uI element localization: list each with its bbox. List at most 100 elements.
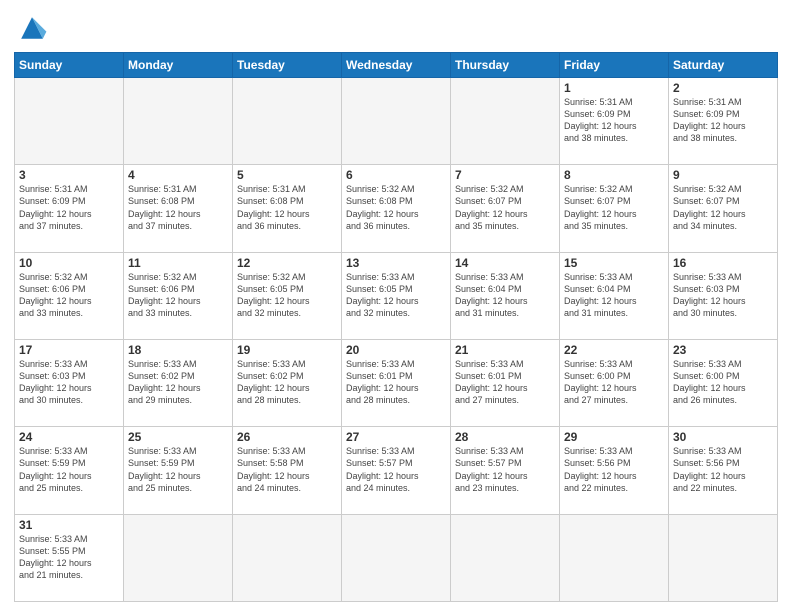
day-number: 3	[19, 168, 119, 182]
calendar-cell: 27Sunrise: 5:33 AM Sunset: 5:57 PM Dayli…	[342, 427, 451, 514]
day-info: Sunrise: 5:33 AM Sunset: 6:05 PM Dayligh…	[346, 271, 446, 320]
calendar-cell: 26Sunrise: 5:33 AM Sunset: 5:58 PM Dayli…	[233, 427, 342, 514]
calendar-cell: 24Sunrise: 5:33 AM Sunset: 5:59 PM Dayli…	[15, 427, 124, 514]
weekday-header-wednesday: Wednesday	[342, 53, 451, 78]
day-info: Sunrise: 5:33 AM Sunset: 6:00 PM Dayligh…	[673, 358, 773, 407]
calendar-week-5: 31Sunrise: 5:33 AM Sunset: 5:55 PM Dayli…	[15, 514, 778, 601]
calendar-cell: 11Sunrise: 5:32 AM Sunset: 6:06 PM Dayli…	[124, 252, 233, 339]
calendar-week-4: 24Sunrise: 5:33 AM Sunset: 5:59 PM Dayli…	[15, 427, 778, 514]
calendar-cell: 12Sunrise: 5:32 AM Sunset: 6:05 PM Dayli…	[233, 252, 342, 339]
calendar-cell: 22Sunrise: 5:33 AM Sunset: 6:00 PM Dayli…	[560, 339, 669, 426]
calendar-cell: 3Sunrise: 5:31 AM Sunset: 6:09 PM Daylig…	[15, 165, 124, 252]
calendar-cell: 8Sunrise: 5:32 AM Sunset: 6:07 PM Daylig…	[560, 165, 669, 252]
calendar-cell: 31Sunrise: 5:33 AM Sunset: 5:55 PM Dayli…	[15, 514, 124, 601]
day-info: Sunrise: 5:33 AM Sunset: 6:01 PM Dayligh…	[346, 358, 446, 407]
day-number: 18	[128, 343, 228, 357]
calendar-week-1: 3Sunrise: 5:31 AM Sunset: 6:09 PM Daylig…	[15, 165, 778, 252]
day-number: 10	[19, 256, 119, 270]
calendar-cell	[669, 514, 778, 601]
day-info: Sunrise: 5:32 AM Sunset: 6:06 PM Dayligh…	[19, 271, 119, 320]
calendar-week-3: 17Sunrise: 5:33 AM Sunset: 6:03 PM Dayli…	[15, 339, 778, 426]
page: SundayMondayTuesdayWednesdayThursdayFrid…	[0, 0, 792, 612]
calendar-cell: 29Sunrise: 5:33 AM Sunset: 5:56 PM Dayli…	[560, 427, 669, 514]
calendar-cell	[560, 514, 669, 601]
calendar-cell: 1Sunrise: 5:31 AM Sunset: 6:09 PM Daylig…	[560, 78, 669, 165]
day-info: Sunrise: 5:33 AM Sunset: 5:57 PM Dayligh…	[455, 445, 555, 494]
day-number: 24	[19, 430, 119, 444]
day-number: 15	[564, 256, 664, 270]
calendar-cell	[233, 514, 342, 601]
calendar-cell	[124, 514, 233, 601]
weekday-header-thursday: Thursday	[451, 53, 560, 78]
day-info: Sunrise: 5:32 AM Sunset: 6:06 PM Dayligh…	[128, 271, 228, 320]
weekday-header-row: SundayMondayTuesdayWednesdayThursdayFrid…	[15, 53, 778, 78]
day-info: Sunrise: 5:33 AM Sunset: 5:56 PM Dayligh…	[673, 445, 773, 494]
day-number: 16	[673, 256, 773, 270]
day-number: 29	[564, 430, 664, 444]
day-info: Sunrise: 5:32 AM Sunset: 6:07 PM Dayligh…	[455, 183, 555, 232]
day-info: Sunrise: 5:33 AM Sunset: 5:59 PM Dayligh…	[128, 445, 228, 494]
day-info: Sunrise: 5:33 AM Sunset: 6:02 PM Dayligh…	[237, 358, 337, 407]
weekday-header-tuesday: Tuesday	[233, 53, 342, 78]
calendar-cell: 18Sunrise: 5:33 AM Sunset: 6:02 PM Dayli…	[124, 339, 233, 426]
day-number: 17	[19, 343, 119, 357]
day-number: 25	[128, 430, 228, 444]
calendar-cell: 16Sunrise: 5:33 AM Sunset: 6:03 PM Dayli…	[669, 252, 778, 339]
weekday-header-monday: Monday	[124, 53, 233, 78]
calendar-cell	[451, 514, 560, 601]
calendar-cell: 10Sunrise: 5:32 AM Sunset: 6:06 PM Dayli…	[15, 252, 124, 339]
day-info: Sunrise: 5:32 AM Sunset: 6:07 PM Dayligh…	[673, 183, 773, 232]
day-number: 23	[673, 343, 773, 357]
header	[14, 10, 778, 46]
day-number: 8	[564, 168, 664, 182]
day-info: Sunrise: 5:33 AM Sunset: 6:03 PM Dayligh…	[19, 358, 119, 407]
day-info: Sunrise: 5:32 AM Sunset: 6:07 PM Dayligh…	[564, 183, 664, 232]
day-number: 12	[237, 256, 337, 270]
calendar-cell: 5Sunrise: 5:31 AM Sunset: 6:08 PM Daylig…	[233, 165, 342, 252]
calendar-cell: 15Sunrise: 5:33 AM Sunset: 6:04 PM Dayli…	[560, 252, 669, 339]
day-info: Sunrise: 5:31 AM Sunset: 6:09 PM Dayligh…	[673, 96, 773, 145]
day-number: 6	[346, 168, 446, 182]
calendar-week-0: 1Sunrise: 5:31 AM Sunset: 6:09 PM Daylig…	[15, 78, 778, 165]
day-number: 20	[346, 343, 446, 357]
generalblue-logo-icon	[14, 10, 50, 46]
day-number: 31	[19, 518, 119, 532]
calendar-table: SundayMondayTuesdayWednesdayThursdayFrid…	[14, 52, 778, 602]
calendar-cell	[15, 78, 124, 165]
day-number: 2	[673, 81, 773, 95]
day-info: Sunrise: 5:31 AM Sunset: 6:08 PM Dayligh…	[237, 183, 337, 232]
day-info: Sunrise: 5:33 AM Sunset: 6:04 PM Dayligh…	[564, 271, 664, 320]
day-info: Sunrise: 5:31 AM Sunset: 6:09 PM Dayligh…	[19, 183, 119, 232]
day-info: Sunrise: 5:33 AM Sunset: 5:56 PM Dayligh…	[564, 445, 664, 494]
day-number: 7	[455, 168, 555, 182]
weekday-header-sunday: Sunday	[15, 53, 124, 78]
weekday-header-saturday: Saturday	[669, 53, 778, 78]
day-info: Sunrise: 5:33 AM Sunset: 6:04 PM Dayligh…	[455, 271, 555, 320]
calendar-cell: 2Sunrise: 5:31 AM Sunset: 6:09 PM Daylig…	[669, 78, 778, 165]
day-info: Sunrise: 5:31 AM Sunset: 6:09 PM Dayligh…	[564, 96, 664, 145]
day-info: Sunrise: 5:33 AM Sunset: 5:59 PM Dayligh…	[19, 445, 119, 494]
calendar-cell: 30Sunrise: 5:33 AM Sunset: 5:56 PM Dayli…	[669, 427, 778, 514]
day-info: Sunrise: 5:33 AM Sunset: 5:57 PM Dayligh…	[346, 445, 446, 494]
day-info: Sunrise: 5:33 AM Sunset: 6:01 PM Dayligh…	[455, 358, 555, 407]
calendar-cell: 25Sunrise: 5:33 AM Sunset: 5:59 PM Dayli…	[124, 427, 233, 514]
day-number: 28	[455, 430, 555, 444]
day-number: 1	[564, 81, 664, 95]
calendar-cell	[451, 78, 560, 165]
calendar-cell	[124, 78, 233, 165]
calendar-cell: 19Sunrise: 5:33 AM Sunset: 6:02 PM Dayli…	[233, 339, 342, 426]
day-info: Sunrise: 5:32 AM Sunset: 6:05 PM Dayligh…	[237, 271, 337, 320]
day-number: 9	[673, 168, 773, 182]
day-number: 14	[455, 256, 555, 270]
calendar-week-2: 10Sunrise: 5:32 AM Sunset: 6:06 PM Dayli…	[15, 252, 778, 339]
calendar-cell	[233, 78, 342, 165]
calendar-cell: 13Sunrise: 5:33 AM Sunset: 6:05 PM Dayli…	[342, 252, 451, 339]
day-number: 30	[673, 430, 773, 444]
day-number: 27	[346, 430, 446, 444]
day-number: 19	[237, 343, 337, 357]
calendar-cell: 7Sunrise: 5:32 AM Sunset: 6:07 PM Daylig…	[451, 165, 560, 252]
day-number: 5	[237, 168, 337, 182]
calendar-body: 1Sunrise: 5:31 AM Sunset: 6:09 PM Daylig…	[15, 78, 778, 602]
calendar-cell: 20Sunrise: 5:33 AM Sunset: 6:01 PM Dayli…	[342, 339, 451, 426]
day-number: 21	[455, 343, 555, 357]
